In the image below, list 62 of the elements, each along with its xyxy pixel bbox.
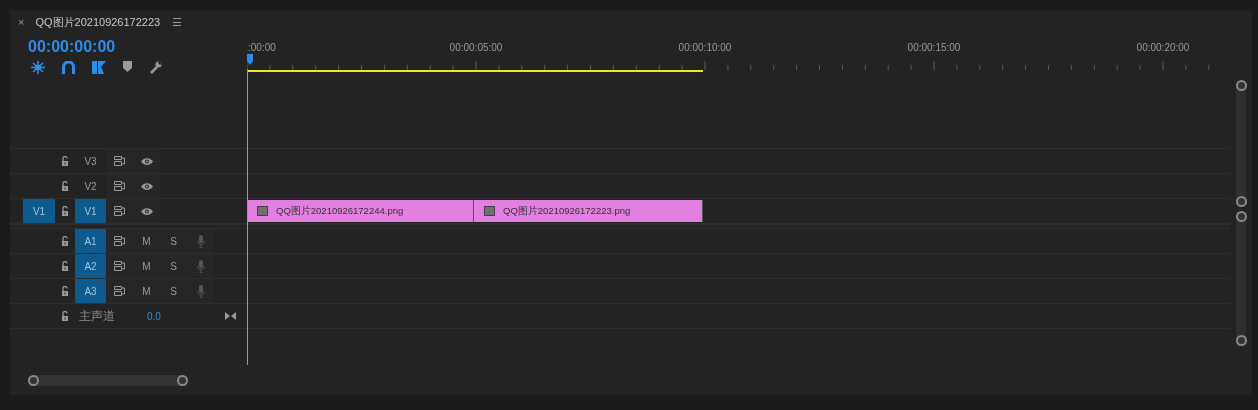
linked-selection-icon[interactable] [92, 61, 106, 74]
horizontal-scrollbar[interactable] [28, 374, 188, 386]
solo-button[interactable]: S [170, 233, 177, 249]
lock-icon[interactable] [61, 156, 69, 166]
track-target[interactable]: A1 [75, 229, 106, 253]
scroll-handle[interactable] [28, 374, 39, 386]
eye-icon[interactable] [139, 181, 154, 191]
magnet-icon[interactable] [62, 61, 75, 74]
time-label: 00:00:15:00 [907, 42, 961, 53]
lock-icon[interactable] [61, 206, 69, 216]
menu-button[interactable]: ☰ [172, 14, 183, 31]
time-ruler[interactable]: :00:00 00:00:05:00 00:00:10:00 00:00:15:00 00:00:20:00 [247, 35, 1230, 82]
track-name: 主声道 [78, 308, 116, 325]
tab-title[interactable]: QQ图片20210926172223 [35, 14, 161, 31]
lock-icon[interactable] [61, 286, 69, 296]
time-label: 00:00:05:00 [449, 42, 503, 53]
lock-icon[interactable] [61, 236, 69, 246]
fx-icon [484, 206, 495, 216]
lock-icon[interactable] [61, 261, 69, 271]
scroll-handle[interactable] [1235, 196, 1247, 207]
playhead-icon[interactable] [247, 54, 253, 65]
clip[interactable]: QQ图片20210926172244.png [247, 200, 474, 222]
lock-icon[interactable] [61, 181, 69, 191]
scroll-handle[interactable] [1235, 80, 1247, 91]
solo-button[interactable]: S [170, 283, 177, 299]
scroll-handle[interactable] [1235, 211, 1247, 222]
track-target[interactable]: V3 [75, 149, 106, 173]
track-target[interactable]: V1 [75, 199, 106, 223]
track-target[interactable]: V2 [75, 174, 106, 198]
sync-icon[interactable] [113, 286, 126, 296]
clip-name: QQ图片20210926172244.png [276, 203, 404, 218]
mute-button[interactable]: M [142, 283, 151, 299]
eye-icon[interactable] [139, 206, 154, 216]
scroll-handle[interactable] [177, 374, 188, 386]
wrench-icon[interactable] [149, 61, 162, 74]
sync-icon[interactable] [113, 206, 126, 216]
sync-icon[interactable] [113, 181, 126, 191]
eye-icon[interactable] [139, 156, 154, 166]
time-label: 00:00:20:00 [1136, 42, 1190, 53]
clip-name: QQ图片20210926172223.png [503, 203, 631, 218]
vertical-scrollbar[interactable] [1236, 80, 1246, 207]
track-target[interactable]: A3 [75, 279, 106, 303]
mute-button[interactable]: M [142, 233, 151, 249]
close-button[interactable]: × [18, 14, 25, 31]
volume-value[interactable]: 0.0 [147, 308, 225, 324]
clip[interactable]: QQ图片20210926172223.png [474, 200, 703, 222]
fx-icon [257, 206, 268, 216]
source-patch[interactable]: V1 [23, 199, 55, 223]
mute-button[interactable]: M [142, 258, 151, 274]
sync-icon[interactable] [113, 261, 126, 271]
sync-icon[interactable] [113, 156, 126, 166]
solo-button[interactable]: S [170, 258, 177, 274]
time-label: :00:00 [248, 42, 276, 53]
collapse-icon[interactable] [225, 312, 236, 320]
time-label: 00:00:10:00 [678, 42, 732, 53]
track-target[interactable]: A2 [75, 254, 106, 278]
sync-icon[interactable] [113, 236, 126, 246]
scroll-handle[interactable] [1235, 335, 1247, 346]
timecode[interactable]: 00:00:00:00 [28, 38, 247, 56]
marker-icon[interactable] [123, 61, 132, 74]
vertical-scrollbar[interactable] [1236, 211, 1246, 346]
lock-icon[interactable] [61, 311, 69, 321]
